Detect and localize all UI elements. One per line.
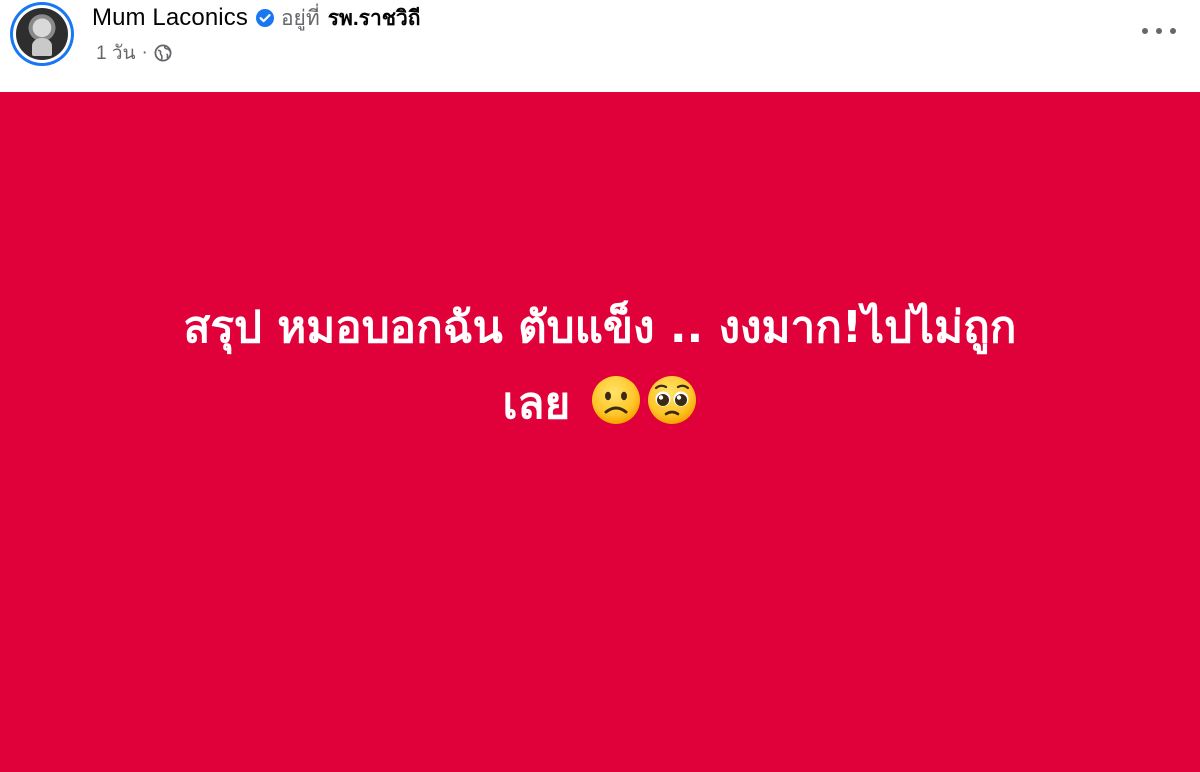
more-options-icon[interactable] [1142, 16, 1176, 46]
pleading-face-emoji [646, 374, 698, 426]
globe-icon[interactable] [154, 44, 172, 62]
post-body-line-2: เลย [60, 366, 1140, 442]
post-meta: 1 วัน · [96, 40, 172, 66]
post-body: สรุป หมอบอกฉัน ตับแข็ง .. งงมาก!ไปไม่ถูก… [60, 290, 1140, 442]
verified-badge-icon [255, 8, 275, 28]
meta-separator: · [141, 42, 148, 63]
slightly-frowning-face-emoji [590, 374, 642, 426]
post-time[interactable]: 1 วัน [96, 38, 136, 68]
author-avatar[interactable] [10, 2, 74, 66]
post-body-line-1: สรุป หมอบอกฉัน ตับแข็ง .. งงมาก!ไปไม่ถูก [183, 302, 1017, 353]
post-body-line-2-text: เลย [502, 378, 571, 429]
at-label: อยู่ที่ [280, 6, 320, 30]
place-link[interactable]: รพ.ราชวิถี [328, 2, 421, 35]
author-name[interactable]: Mum Laconics [92, 4, 248, 32]
avatar-image [16, 8, 68, 60]
author-line: Mum Laconics อยู่ที่ รพ.ราชวิถี [92, 4, 421, 32]
post-header: Mum Laconics อยู่ที่ รพ.ราชวิถี 1 วัน · [0, 0, 1200, 90]
